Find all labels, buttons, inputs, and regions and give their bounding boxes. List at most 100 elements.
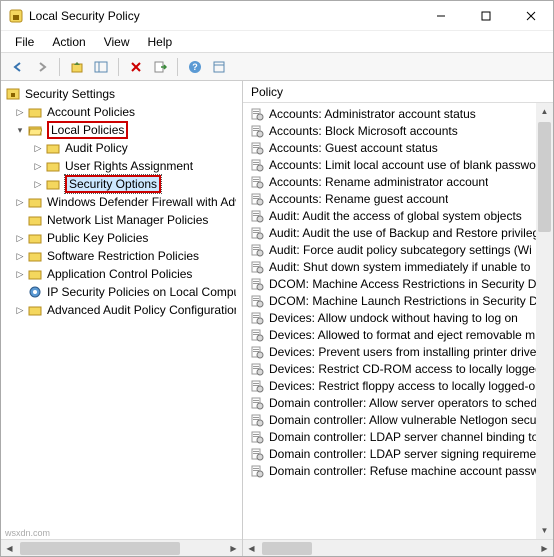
folder-icon — [27, 212, 43, 228]
policy-icon — [249, 361, 265, 377]
separator — [59, 58, 60, 76]
policy-icon — [249, 174, 265, 190]
list-item-label: Devices: Restrict CD-ROM access to local… — [269, 362, 546, 376]
expand-icon[interactable]: ▷ — [13, 303, 27, 317]
forward-button[interactable] — [31, 56, 53, 78]
expand-icon[interactable]: ▷ — [13, 231, 27, 245]
tree-node-advanced-audit[interactable]: ▷ Advanced Audit Policy Configuration — [1, 301, 242, 319]
folder-icon — [27, 302, 43, 318]
tree-node-public-key[interactable]: ▷ Public Key Policies — [1, 229, 242, 247]
collapse-icon[interactable]: ▾ — [13, 123, 27, 137]
scroll-track[interactable] — [260, 540, 536, 557]
list-item[interactable]: Audit: Audit the access of global system… — [243, 207, 553, 224]
column-policy[interactable]: Policy — [251, 85, 283, 99]
policy-icon — [249, 140, 265, 156]
tree-node-security-options[interactable]: ▷ Security Options — [1, 175, 242, 193]
list-scrollbar-v[interactable]: ▲ ▼ — [536, 103, 553, 539]
tree-node-firewall[interactable]: ▷ Windows Defender Firewall with Adva — [1, 193, 242, 211]
list-header[interactable]: Policy — [243, 81, 553, 103]
scroll-thumb[interactable] — [20, 542, 180, 555]
list-item[interactable]: Domain controller: Refuse machine accoun… — [243, 462, 553, 479]
properties-button[interactable] — [208, 56, 230, 78]
expand-icon[interactable]: ▷ — [31, 141, 45, 155]
minimize-button[interactable] — [418, 1, 463, 31]
app-icon — [9, 9, 23, 23]
tree-node-network-list[interactable]: Network List Manager Policies — [1, 211, 242, 229]
list-item[interactable]: Accounts: Limit local account use of bla… — [243, 156, 553, 173]
list-item[interactable]: Accounts: Administrator account status — [243, 105, 553, 122]
tree-node-user-rights[interactable]: ▷ User Rights Assignment — [1, 157, 242, 175]
close-button[interactable] — [508, 1, 553, 31]
policy-icon — [249, 463, 265, 479]
tree-scrollbar-h[interactable]: ◀ ▶ — [1, 539, 242, 556]
expand-icon[interactable]: ▷ — [31, 177, 45, 191]
scroll-right-icon[interactable]: ▶ — [536, 540, 553, 557]
scroll-thumb[interactable] — [538, 122, 551, 232]
tree-node-app-control[interactable]: ▷ Application Control Policies — [1, 265, 242, 283]
scroll-left-icon[interactable]: ◀ — [1, 540, 18, 557]
list-item[interactable]: Audit: Shut down system immediately if u… — [243, 258, 553, 275]
list-item[interactable]: Accounts: Block Microsoft accounts — [243, 122, 553, 139]
content-area: Security Settings ▷ Account Policies ▾ L… — [1, 81, 553, 556]
tree-node-account-policies[interactable]: ▷ Account Policies — [1, 103, 242, 121]
list-item[interactable]: Devices: Restrict CD-ROM access to local… — [243, 360, 553, 377]
list-scrollbar-h[interactable]: ◀ ▶ — [243, 539, 553, 556]
list-item-label: Devices: Restrict floppy access to local… — [269, 379, 539, 393]
list-item-label: Devices: Prevent users from installing p… — [269, 345, 540, 359]
list-item-label: Domain controller: Allow vulnerable Netl… — [269, 413, 536, 427]
list-item[interactable]: Devices: Restrict floppy access to local… — [243, 377, 553, 394]
scroll-thumb[interactable] — [262, 542, 312, 555]
list-item[interactable]: Devices: Prevent users from installing p… — [243, 343, 553, 360]
delete-button[interactable] — [125, 56, 147, 78]
menu-view[interactable]: View — [96, 33, 138, 51]
list-item[interactable]: Audit: Audit the use of Backup and Resto… — [243, 224, 553, 241]
policy-icon — [249, 344, 265, 360]
list-item[interactable]: Devices: Allowed to format and eject rem… — [243, 326, 553, 343]
scroll-up-icon[interactable]: ▲ — [536, 103, 553, 120]
expand-icon[interactable]: ▷ — [13, 249, 27, 263]
expand-icon[interactable]: ▷ — [13, 195, 27, 209]
back-button[interactable] — [7, 56, 29, 78]
list-item[interactable]: Accounts: Rename administrator account — [243, 173, 553, 190]
scroll-down-icon[interactable]: ▼ — [536, 522, 553, 539]
list-item[interactable]: Domain controller: LDAP server channel b… — [243, 428, 553, 445]
list-item[interactable]: DCOM: Machine Access Restrictions in Sec… — [243, 275, 553, 292]
tree-node-software-restriction[interactable]: ▷ Software Restriction Policies — [1, 247, 242, 265]
menu-file[interactable]: File — [7, 33, 42, 51]
list-item-label: Accounts: Rename administrator account — [269, 175, 488, 189]
list-item[interactable]: DCOM: Machine Launch Restrictions in Sec… — [243, 292, 553, 309]
policy-icon — [249, 242, 265, 258]
list-item[interactable]: Accounts: Rename guest account — [243, 190, 553, 207]
policy-icon — [249, 446, 265, 462]
scroll-left-icon[interactable]: ◀ — [243, 540, 260, 557]
tree-label: Local Policies — [47, 121, 128, 139]
folder-icon — [27, 194, 43, 210]
expand-icon[interactable]: ▷ — [31, 159, 45, 173]
list-item[interactable]: Domain controller: LDAP server signing r… — [243, 445, 553, 462]
ipsec-icon — [27, 284, 43, 300]
tree-node-local-policies[interactable]: ▾ Local Policies — [1, 121, 242, 139]
scroll-right-icon[interactable]: ▶ — [225, 540, 242, 557]
list-item-label: Accounts: Guest account status — [269, 141, 438, 155]
expand-icon[interactable]: ▷ — [13, 105, 27, 119]
tree-label: Public Key Policies — [47, 231, 148, 245]
menu-help[interactable]: Help — [140, 33, 181, 51]
scroll-track[interactable] — [536, 120, 553, 522]
tree-node-ipsec[interactable]: IP Security Policies on Local Compute — [1, 283, 242, 301]
show-hide-tree-button[interactable] — [90, 56, 112, 78]
maximize-button[interactable] — [463, 1, 508, 31]
expand-icon[interactable]: ▷ — [13, 267, 27, 281]
folder-icon — [45, 176, 61, 192]
menu-action[interactable]: Action — [44, 33, 93, 51]
list-item[interactable]: Devices: Allow undock without having to … — [243, 309, 553, 326]
tree-root-node[interactable]: Security Settings — [1, 85, 242, 103]
list-item[interactable]: Accounts: Guest account status — [243, 139, 553, 156]
list-item[interactable]: Domain controller: Allow server operator… — [243, 394, 553, 411]
help-button[interactable]: ? — [184, 56, 206, 78]
tree-node-audit-policy[interactable]: ▷ Audit Policy — [1, 139, 242, 157]
up-button[interactable] — [66, 56, 88, 78]
export-button[interactable] — [149, 56, 171, 78]
list-item[interactable]: Audit: Force audit policy subcategory se… — [243, 241, 553, 258]
list-item[interactable]: Domain controller: Allow vulnerable Netl… — [243, 411, 553, 428]
scroll-track[interactable] — [18, 540, 225, 557]
